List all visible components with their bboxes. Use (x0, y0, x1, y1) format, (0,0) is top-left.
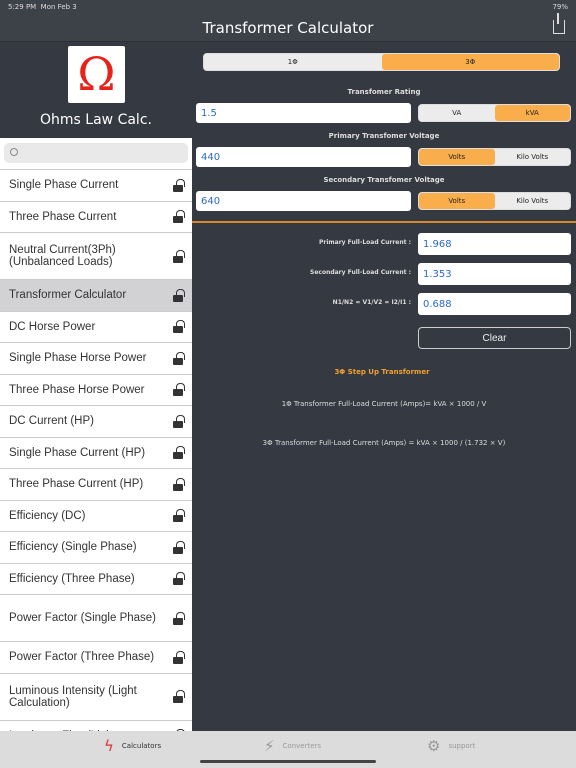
unlock-icon (172, 178, 185, 192)
unlock-icon (172, 249, 185, 263)
unlock-icon (172, 650, 185, 664)
sidebar-item[interactable]: Single Phase Current (0, 170, 192, 202)
sidebar-item-label: Efficiency (Single Phase) (9, 541, 137, 554)
secondary-voltage-label: Secondary Transfomer Voltage (323, 176, 445, 184)
sidebar-item[interactable]: DC Horse Power (0, 312, 192, 343)
unit-kilo-volts[interactable]: Kilo Volts (495, 193, 571, 209)
sidebar-item[interactable]: Efficiency (DC) (0, 501, 192, 532)
unit-va[interactable]: VA (419, 105, 495, 121)
calculator-list: Single Phase Current Three Phase Current N… (0, 169, 192, 731)
sidebar-item[interactable]: Neutral Current(3Ph) (Unbalanced Loads) (0, 233, 192, 280)
main-panel: 1Φ 3Φ Transfomer Rating 1.5 VA kVA Prima… (192, 42, 576, 731)
secondary-unit-selector[interactable]: Volts Kilo Volts (418, 192, 571, 210)
primary-current-output: 1.968 (418, 233, 571, 255)
sidebar-item[interactable]: Efficiency (Three Phase) (0, 564, 192, 595)
sidebar-item[interactable]: Power Factor (Single Phase) (0, 595, 192, 642)
sidebar-item-label: Single Phase Current (9, 179, 119, 192)
sidebar-item-label: Efficiency (Three Phase) (9, 572, 135, 585)
rating-input[interactable]: 1.5 (196, 103, 411, 123)
sidebar-item-label: Single Phase Current (HP) (9, 446, 146, 459)
ratio-label: N1/N2 = V1/V2 = I2/I1 : (332, 299, 411, 306)
sidebar-item[interactable]: Single Phase Current (HP) (0, 438, 192, 469)
sidebar-item[interactable]: Three Phase Current (0, 202, 192, 233)
unlock-icon (172, 509, 185, 523)
unlock-icon (172, 611, 185, 625)
secondary-current-label: Secondary Full-Load Current : (310, 269, 411, 276)
primary-unit-selector[interactable]: Volts Kilo Volts (418, 148, 571, 166)
phase-3-option[interactable]: 3Φ (381, 54, 559, 70)
sidebar-item-label: Neutral Current(3Ph) (Unbalanced Loads) (9, 244, 116, 268)
unit-kva[interactable]: kVA (494, 105, 570, 121)
sidebar-item-label: DC Current (HP) (9, 415, 94, 428)
unlock-icon (172, 288, 185, 302)
unlock-icon (172, 351, 185, 365)
phase-selector[interactable]: 1Φ 3Φ (203, 53, 560, 71)
app-logo: Ω (68, 46, 125, 103)
rating-unit-selector[interactable]: VA kVA (418, 104, 571, 122)
sidebar-item[interactable]: Power Factor (Three Phase) (0, 642, 192, 674)
home-indicator (200, 760, 376, 763)
sidebar-item-label: Efficiency (DC) (9, 509, 86, 522)
formula-three-phase: 3Φ Transformer Full-Load Current (Amps) … (262, 439, 506, 447)
sidebar-item[interactable]: Three Phase Current (HP) (0, 469, 192, 501)
status-date: Mon Feb 3 (40, 3, 77, 11)
primary-current-label: Primary Full-Load Current : (318, 239, 411, 246)
bolt-icon: ϟ (104, 737, 114, 755)
sidebar-item-label: Power Factor (Single Phase) (9, 612, 157, 624)
sidebar-item[interactable]: Luminous Intensity (Light Calculation) (0, 674, 192, 721)
sidebar-item-label: Three Phase Current (9, 210, 117, 223)
rating-label: Transfomer Rating (347, 88, 421, 96)
battery-level: 79% (552, 3, 568, 11)
bolt-circle-icon: ⚡ (264, 737, 275, 755)
page-title: Transformer Calculator (202, 18, 374, 37)
sidebar: Ω Ohms Law Calc. Single Phase Current Thr… (0, 42, 192, 731)
divider (192, 221, 576, 223)
transformer-type: 3Φ Step Up Transformer (334, 368, 430, 376)
sidebar-item[interactable]: Three Phase Horse Power (0, 375, 192, 406)
clear-button[interactable]: Clear (418, 327, 571, 349)
search-input[interactable] (4, 143, 188, 163)
unit-volts[interactable]: Volts (419, 193, 495, 209)
primary-voltage-label: Primary Transfomer Voltage (328, 132, 440, 140)
status-bar: 5:29 PM Mon Feb 3 79% (0, 0, 576, 14)
sidebar-item-label: DC Horse Power (9, 320, 96, 333)
sidebar-item-label: Luminous Intensity (Light Calculation) (9, 684, 137, 709)
sidebar-item-label: Three Phase Current (HP) (9, 478, 144, 491)
sidebar-item[interactable]: Luminous Flux (Light (0, 721, 192, 731)
sidebar-item[interactable]: DC Current (HP) (0, 406, 192, 438)
unlock-icon (172, 477, 185, 491)
unlock-icon (172, 572, 185, 586)
tab-calculators[interactable]: ϟ Calculators (104, 737, 161, 755)
status-time: 5:29 PM (8, 3, 37, 11)
ratio-output: 0.688 (418, 293, 571, 315)
sidebar-item-label: Three Phase Horse Power (9, 383, 145, 396)
sidebar-item[interactable]: Transformer Calculator (0, 280, 192, 312)
share-icon[interactable] (553, 13, 565, 34)
unlock-icon (172, 540, 185, 554)
sidebar-item[interactable]: Efficiency (Single Phase) (0, 532, 192, 564)
secondary-voltage-input[interactable]: 640 (196, 191, 411, 211)
unit-kilo-volts[interactable]: Kilo Volts (495, 149, 571, 165)
primary-voltage-input[interactable]: 440 (196, 147, 411, 167)
tab-support[interactable]: ⚙ support (427, 737, 475, 755)
sidebar-item[interactable]: Single Phase Horse Power (0, 343, 192, 375)
sidebar-item-label: Power Factor (Three Phase) (9, 651, 155, 664)
sidebar-item-label: Transformer Calculator (9, 289, 127, 302)
tab-converters[interactable]: ⚡ Converters (264, 737, 321, 755)
unlock-icon (172, 320, 185, 334)
app-name: Ohms Law Calc. (40, 112, 152, 128)
phase-1-option[interactable]: 1Φ (204, 54, 382, 70)
secondary-current-output: 1.353 (418, 263, 571, 285)
unlock-icon (172, 383, 185, 397)
unit-volts[interactable]: Volts (419, 149, 495, 165)
nav-bar: Transformer Calculator (0, 13, 576, 42)
unlock-icon (172, 690, 185, 703)
formula-single-phase: 1Φ Transformer Full-Load Current (Amps)=… (281, 400, 487, 408)
sidebar-item-label: Single Phase Horse Power (9, 352, 147, 365)
gear-icon: ⚙ (427, 737, 441, 755)
unlock-icon (172, 446, 185, 460)
unlock-icon (172, 210, 185, 224)
unlock-icon (172, 414, 185, 428)
